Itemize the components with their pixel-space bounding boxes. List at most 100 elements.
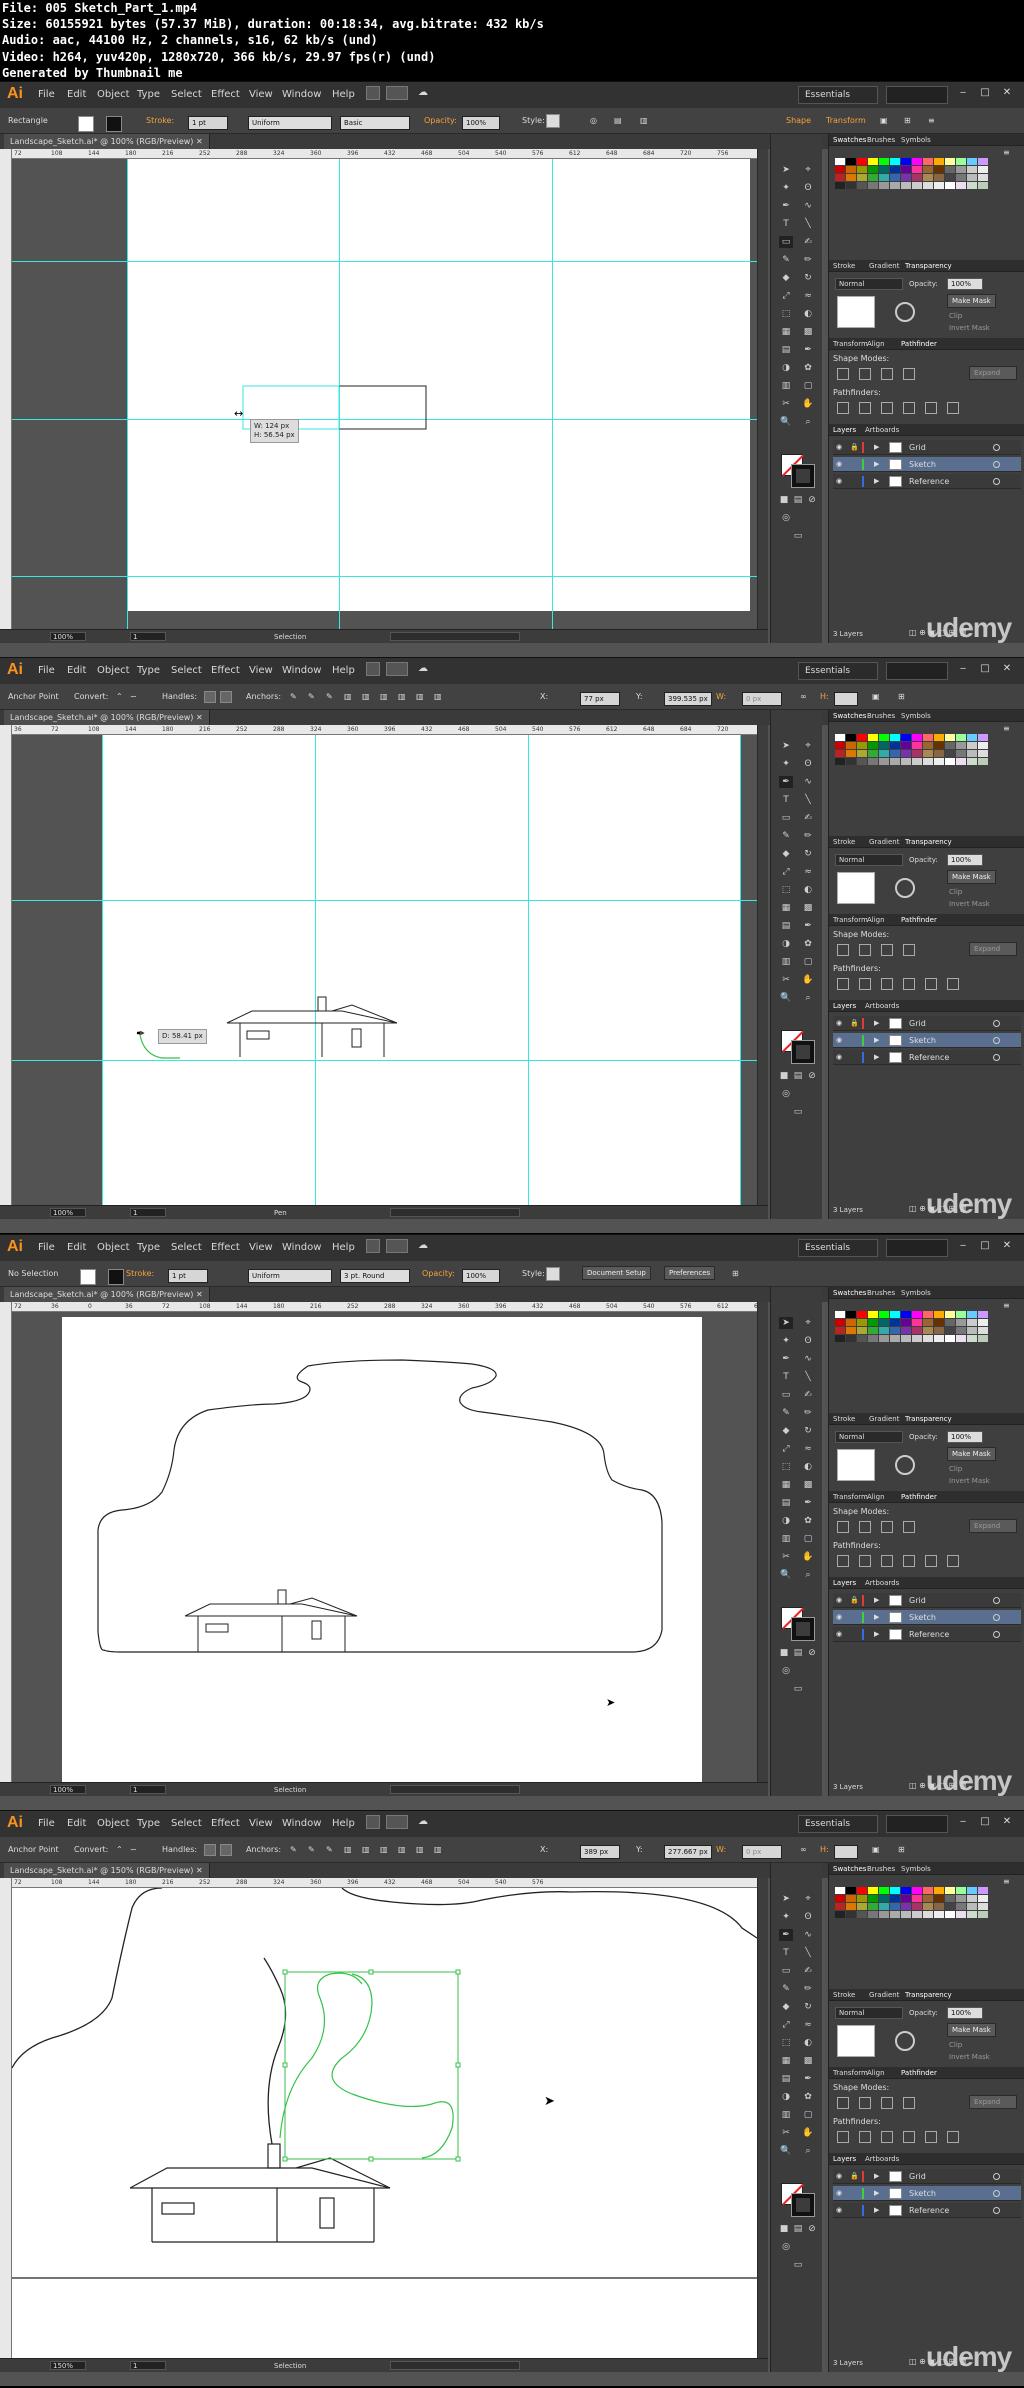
shape-mode-icon[interactable] <box>881 1521 893 1533</box>
swatch-chip[interactable] <box>868 174 878 181</box>
cloud-outline[interactable] <box>12 1888 757 2069</box>
artboard-number[interactable]: 1 <box>130 1208 166 1217</box>
target-icon[interactable] <box>993 1597 1000 1604</box>
close-icon[interactable]: ✕ <box>998 1240 1016 1254</box>
tab-brushes[interactable]: Brushes <box>867 712 895 720</box>
swatch-chip[interactable] <box>956 1911 966 1918</box>
document-tab[interactable]: Landscape_Sketch.ai* @ 100% (RGB/Preview… <box>4 134 210 149</box>
gpu-icon[interactable]: ☁ <box>418 1240 428 1251</box>
tab-transform[interactable]: Transform <box>833 1493 868 1501</box>
magic-wand-tool-icon[interactable]: ✦ <box>779 1911 793 1923</box>
perspective-tool-icon[interactable]: ▦ <box>779 1479 793 1491</box>
expand-arrow-icon[interactable]: ▶ <box>874 477 879 485</box>
minimize-icon[interactable]: ‒ <box>954 87 972 101</box>
swatch-chip[interactable] <box>923 742 933 749</box>
lasso-tool-icon[interactable]: ʘ <box>801 182 815 194</box>
panel-menu-icon[interactable]: ≡ <box>1003 1301 1010 1310</box>
zoom2-tool-icon[interactable]: ⌕ <box>801 416 815 428</box>
menu-type[interactable]: Type <box>137 665 160 676</box>
swatch-chip[interactable] <box>879 1311 889 1318</box>
pathfinder-icon[interactable] <box>903 402 915 414</box>
swatch-chip[interactable] <box>978 182 988 189</box>
swatch-chip[interactable] <box>978 1911 988 1918</box>
eye-icon[interactable]: ◉ <box>836 443 842 451</box>
eye-icon[interactable]: ◉ <box>836 477 842 485</box>
pathfinder-icon[interactable] <box>837 2131 849 2143</box>
y-field[interactable]: 399.535 px <box>664 692 712 706</box>
pen-tool-icon[interactable]: ✒ <box>779 776 793 788</box>
convert-corner-icon[interactable]: ⌃ <box>116 1845 123 1854</box>
target-icon[interactable] <box>993 478 1000 485</box>
tab-transparency[interactable]: Transparency <box>905 838 952 846</box>
stroke-icon[interactable] <box>791 1040 815 1064</box>
x-field[interactable]: 77 px <box>580 692 620 706</box>
menu-help[interactable]: Help <box>332 1242 355 1253</box>
swatch-chip[interactable] <box>879 758 889 765</box>
swatch-chip[interactable] <box>923 1887 933 1894</box>
arrange-documents-icon[interactable] <box>386 662 408 676</box>
curvature-tool-icon[interactable]: ∿ <box>801 1929 815 1941</box>
convert-corner-icon[interactable]: ⌃ <box>116 692 123 701</box>
remove-anchor-icon[interactable]: ✎ <box>290 1845 297 1854</box>
swatch-chip[interactable] <box>978 158 988 165</box>
eye-icon[interactable]: ◉ <box>836 1596 842 1604</box>
menu-edit[interactable]: Edit <box>67 89 86 100</box>
tab-artboards[interactable]: Artboards <box>865 2155 899 2163</box>
workspace-switcher[interactable]: Essentials <box>798 1239 878 1257</box>
align-center-icon[interactable]: ▥ <box>362 1845 370 1854</box>
none-mode-icon[interactable]: ⊘ <box>805 2223 819 2235</box>
expand-button[interactable]: Expand <box>969 366 1017 380</box>
hand-tool-icon[interactable]: ✋ <box>801 2127 815 2139</box>
rectangle-tool-icon[interactable]: ▭ <box>779 812 793 824</box>
gradient-mode-icon[interactable]: ▤ <box>791 494 805 506</box>
pathfinder-icon[interactable] <box>837 978 849 990</box>
shape-builder-tool-icon[interactable]: ◐ <box>801 308 815 320</box>
swatch-chip[interactable] <box>912 1911 922 1918</box>
blend-tool-icon[interactable]: ◑ <box>779 2091 793 2103</box>
stroke-icon[interactable] <box>791 464 815 488</box>
tab-transform[interactable]: Transform <box>833 2069 868 2077</box>
zoom-level[interactable]: 100% <box>50 632 86 641</box>
shape-mode-icon[interactable] <box>881 944 893 956</box>
swatch-chip[interactable] <box>967 174 977 181</box>
swatch-chip[interactable] <box>956 158 966 165</box>
gpu-icon[interactable]: ☁ <box>418 1816 428 1827</box>
shape-mode-icon[interactable] <box>837 944 849 956</box>
draw-mode-icon[interactable]: ◎ <box>779 512 793 524</box>
swatch-chip[interactable] <box>912 1319 922 1326</box>
paintbrush-tool-icon[interactable]: ✍ <box>801 812 815 824</box>
swatch-chip[interactable] <box>835 742 845 749</box>
column-graph-tool-icon[interactable]: ▥ <box>779 2109 793 2121</box>
swatch-grid[interactable] <box>835 1887 988 1918</box>
minimize-icon[interactable]: ‒ <box>954 1816 972 1830</box>
expand-arrow-icon[interactable]: ▶ <box>874 2206 879 2214</box>
swatch-chip[interactable] <box>956 758 966 765</box>
tab-align[interactable]: Align <box>867 916 885 924</box>
pen-tool-icon[interactable]: ✒ <box>779 1353 793 1365</box>
eyedropper-tool-icon[interactable]: ✒ <box>801 1497 815 1509</box>
tab-layers[interactable]: Layers <box>833 1579 856 1587</box>
swatch-chip[interactable] <box>912 1335 922 1342</box>
perspective-tool-icon[interactable]: ▦ <box>779 2055 793 2067</box>
swatch-chip[interactable] <box>901 1911 911 1918</box>
tab-artboards[interactable]: Artboards <box>865 426 899 434</box>
swatch-chip[interactable] <box>912 166 922 173</box>
perspective-tool-icon[interactable]: ▦ <box>779 902 793 914</box>
target-icon[interactable] <box>993 2190 1000 2197</box>
gradient-tool-icon[interactable]: ▤ <box>779 920 793 932</box>
menu-object[interactable]: Object <box>97 89 130 100</box>
pathfinder-icon[interactable] <box>881 2131 893 2143</box>
width-tool-icon[interactable]: ≈ <box>801 866 815 878</box>
swatch-chip[interactable] <box>890 750 900 757</box>
tab-transparency[interactable]: Transparency <box>905 262 952 270</box>
eye-icon[interactable]: ◉ <box>836 1613 842 1621</box>
swatch-chip[interactable] <box>890 1335 900 1342</box>
swatch-chip[interactable] <box>846 1895 856 1902</box>
swatch-chip[interactable] <box>978 1903 988 1910</box>
screen-mode-icon[interactable]: ▭ <box>791 530 805 542</box>
eye-icon[interactable]: ◉ <box>836 1630 842 1638</box>
tab-stroke[interactable]: Stroke <box>833 262 855 270</box>
transform-link[interactable]: Transform <box>826 116 866 125</box>
graphic-style-swatch[interactable] <box>546 1267 560 1281</box>
swatch-chip[interactable] <box>846 734 856 741</box>
